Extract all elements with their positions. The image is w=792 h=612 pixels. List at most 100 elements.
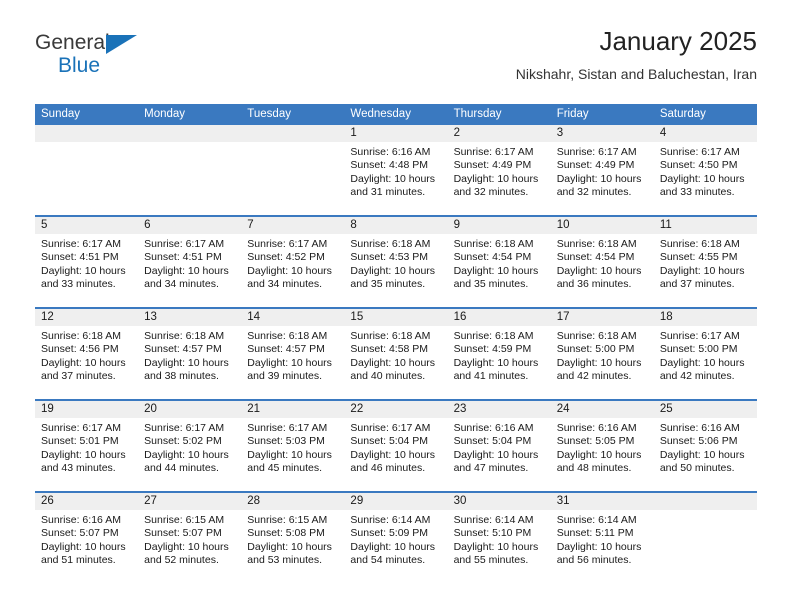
day-number[interactable]: 25: [654, 401, 757, 418]
day-daylight-line1-text: Daylight: 10 hours: [350, 540, 436, 553]
day-sunset-text: Sunset: 5:02 PM: [144, 435, 222, 448]
day-sunset-text: Sunset: 4:59 PM: [453, 343, 532, 356]
day-number[interactable]: 9: [448, 217, 551, 234]
day-cell[interactable]: Sunrise: 6:18 AM Sunset: 4:59 PM Daylight:…: [448, 326, 551, 399]
day-sunset-text: Sunset: 4:55 PM: [659, 251, 738, 264]
day-daylight-line2-text: and 54 minutes.: [350, 554, 426, 567]
day-daylight-line2-text: and 42 minutes.: [556, 370, 632, 383]
day-cell[interactable]: Sunrise: 6:16 AM Sunset: 5:04 PM Daylight:…: [448, 418, 551, 491]
day-sunrise-text: Sunrise: 6:16 AM: [350, 146, 431, 158]
day-cell[interactable]: Sunrise: 6:14 AM Sunset: 5:11 PM Daylight:…: [551, 510, 654, 583]
day-cell[interactable]: Sunrise: 6:17 AM Sunset: 4:49 PM Daylight:…: [448, 142, 551, 215]
day-number[interactable]: 10: [551, 217, 654, 234]
day-daylight-line1-text: Daylight: 10 hours: [453, 172, 539, 185]
day-number[interactable]: 7: [241, 217, 344, 234]
day-cell[interactable]: Sunrise: 6:17 AM Sunset: 5:03 PM Daylight:…: [241, 418, 344, 491]
day-number[interactable]: 31: [551, 493, 654, 510]
day-number[interactable]: 21: [241, 401, 344, 418]
day-number[interactable]: 29: [344, 493, 447, 510]
day-cell[interactable]: Sunrise: 6:18 AM Sunset: 4:53 PM Daylight:…: [344, 234, 447, 307]
day-daylight-line1-text: Daylight: 10 hours: [247, 356, 332, 369]
day-number[interactable]: 14: [241, 309, 344, 326]
day-daylight-line2-text: and 33 minutes.: [659, 186, 735, 199]
day-number[interactable]: 11: [654, 217, 757, 234]
page-header: General Blue January 2025 Nikshahr, Sist…: [35, 26, 757, 96]
day-cell[interactable]: Sunrise: 6:18 AM Sunset: 4:54 PM Daylight:…: [448, 234, 551, 307]
day-cell[interactable]: Sunrise: 6:15 AM Sunset: 5:07 PM Daylight:…: [138, 510, 241, 583]
day-number[interactable]: 22: [344, 401, 447, 418]
day-daylight-line1-text: Daylight: 10 hours: [144, 540, 229, 553]
day-cell[interactable]: Sunrise: 6:17 AM Sunset: 4:51 PM Daylight:…: [35, 234, 138, 307]
brand-name-blue: Blue: [58, 54, 101, 77]
day-daylight-line1-text: Daylight: 10 hours: [659, 448, 745, 461]
day-number[interactable]: 17: [551, 309, 654, 326]
day-daylight-line2-text: and 35 minutes.: [453, 278, 529, 291]
day-number[interactable]: 15: [344, 309, 447, 326]
day-daylight-line2-text: and 52 minutes.: [144, 554, 219, 567]
day-cell[interactable]: Sunrise: 6:17 AM Sunset: 5:02 PM Daylight:…: [138, 418, 241, 491]
day-number[interactable]: 23: [448, 401, 551, 418]
day-number[interactable]: 18: [654, 309, 757, 326]
day-sunset-text: Sunset: 4:57 PM: [247, 343, 325, 356]
day-sunset-text: Sunset: 4:53 PM: [350, 251, 429, 264]
day-number[interactable]: 3: [551, 125, 654, 142]
day-sunrise-text: Sunrise: 6:17 AM: [144, 238, 225, 250]
day-sunrise-text: Sunrise: 6:18 AM: [659, 238, 740, 250]
day-number[interactable]: 27: [138, 493, 241, 510]
day-number[interactable]: 26: [35, 493, 138, 510]
day-daylight-line2-text: and 34 minutes.: [247, 278, 322, 291]
day-number[interactable]: 2: [448, 125, 551, 142]
week-body-band: Sunrise: 6:17 AM Sunset: 4:51 PM Daylight:…: [35, 234, 757, 307]
day-cell[interactable]: Sunrise: 6:16 AM Sunset: 5:07 PM Daylight:…: [35, 510, 138, 583]
week-number-band: 26 27 28 29 30 31: [35, 493, 757, 510]
day-cell[interactable]: Sunrise: 6:17 AM Sunset: 4:52 PM Daylight:…: [241, 234, 344, 307]
day-cell[interactable]: Sunrise: 6:16 AM Sunset: 5:05 PM Daylight:…: [551, 418, 654, 491]
day-number[interactable]: 4: [654, 125, 757, 142]
triangle-icon: [106, 35, 137, 54]
day-sunrise-text: Sunrise: 6:18 AM: [453, 238, 534, 250]
day-number[interactable]: 5: [35, 217, 138, 234]
day-cell[interactable]: Sunrise: 6:17 AM Sunset: 5:04 PM Daylight:…: [344, 418, 447, 491]
day-daylight-line1-text: Daylight: 10 hours: [350, 356, 436, 369]
day-number[interactable]: 12: [35, 309, 138, 326]
weekday-wednesday: Wednesday: [350, 108, 411, 120]
day-cell[interactable]: Sunrise: 6:17 AM Sunset: 5:01 PM Daylight:…: [35, 418, 138, 491]
day-cell[interactable]: Sunrise: 6:18 AM Sunset: 4:54 PM Daylight:…: [551, 234, 654, 307]
day-cell[interactable]: Sunrise: 6:17 AM Sunset: 4:50 PM Daylight:…: [654, 142, 757, 215]
day-number[interactable]: 13: [138, 309, 241, 326]
empty-day-cell: [654, 510, 757, 583]
day-number[interactable]: 28: [241, 493, 344, 510]
day-cell[interactable]: Sunrise: 6:17 AM Sunset: 4:51 PM Daylight:…: [138, 234, 241, 307]
day-number[interactable]: 16: [448, 309, 551, 326]
day-cell[interactable]: Sunrise: 6:14 AM Sunset: 5:09 PM Daylight:…: [344, 510, 447, 583]
day-number[interactable]: 8: [344, 217, 447, 234]
day-sunset-text: Sunset: 4:49 PM: [556, 159, 635, 172]
day-number[interactable]: 24: [551, 401, 654, 418]
day-cell[interactable]: Sunrise: 6:14 AM Sunset: 5:10 PM Daylight:…: [448, 510, 551, 583]
day-daylight-line1-text: Daylight: 10 hours: [350, 172, 436, 185]
day-cell[interactable]: Sunrise: 6:18 AM Sunset: 4:57 PM Daylight:…: [241, 326, 344, 399]
day-daylight-line1-text: Daylight: 10 hours: [453, 264, 539, 277]
day-cell[interactable]: Sunrise: 6:16 AM Sunset: 4:48 PM Daylight:…: [344, 142, 447, 215]
day-sunset-text: Sunset: 4:50 PM: [659, 159, 738, 172]
day-cell[interactable]: Sunrise: 6:18 AM Sunset: 4:58 PM Daylight:…: [344, 326, 447, 399]
day-number[interactable]: 20: [138, 401, 241, 418]
day-cell[interactable]: Sunrise: 6:16 AM Sunset: 5:06 PM Daylight:…: [654, 418, 757, 491]
day-cell[interactable]: Sunrise: 6:18 AM Sunset: 4:55 PM Daylight:…: [654, 234, 757, 307]
day-cell[interactable]: Sunrise: 6:17 AM Sunset: 4:49 PM Daylight:…: [551, 142, 654, 215]
day-cell[interactable]: Sunrise: 6:17 AM Sunset: 5:00 PM Daylight:…: [654, 326, 757, 399]
day-cell[interactable]: Sunrise: 6:18 AM Sunset: 4:57 PM Daylight:…: [138, 326, 241, 399]
day-number[interactable]: 19: [35, 401, 138, 418]
day-sunset-text: Sunset: 5:00 PM: [659, 343, 738, 356]
day-number[interactable]: 30: [448, 493, 551, 510]
day-daylight-line2-text: and 40 minutes.: [350, 370, 426, 383]
week-body-band: Sunrise: 6:17 AM Sunset: 5:01 PM Daylight:…: [35, 418, 757, 491]
day-cell[interactable]: Sunrise: 6:15 AM Sunset: 5:08 PM Daylight:…: [241, 510, 344, 583]
brand-logo[interactable]: General Blue: [35, 32, 165, 84]
day-number[interactable]: 6: [138, 217, 241, 234]
empty-day-cell: [241, 142, 344, 215]
day-cell[interactable]: Sunrise: 6:18 AM Sunset: 5:00 PM Daylight:…: [551, 326, 654, 399]
day-cell[interactable]: Sunrise: 6:18 AM Sunset: 4:56 PM Daylight:…: [35, 326, 138, 399]
day-daylight-line1-text: Daylight: 10 hours: [144, 356, 229, 369]
day-number[interactable]: 1: [344, 125, 447, 142]
